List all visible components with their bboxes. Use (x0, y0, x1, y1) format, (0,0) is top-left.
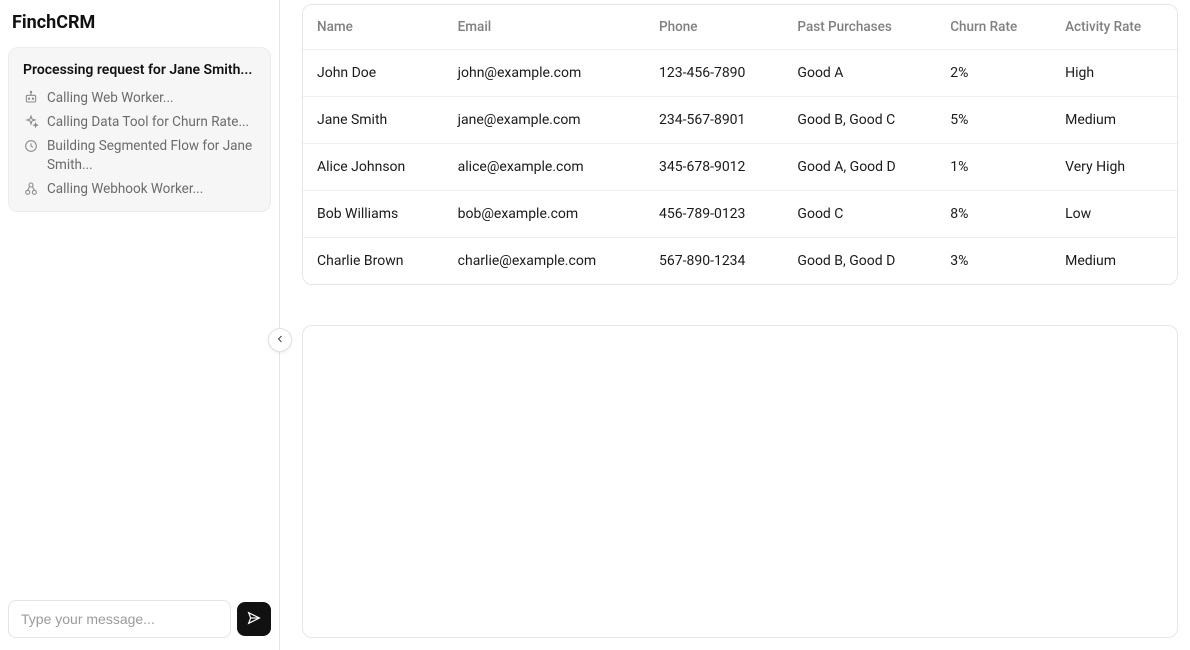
app-title: FinchCRM (8, 8, 271, 47)
processing-step-label: Calling Data Tool for Churn Rate... (47, 113, 249, 131)
cell-phone: 456-789-0123 (645, 191, 783, 238)
table-row[interactable]: John Doejohn@example.com123-456-7890Good… (303, 50, 1177, 97)
col-header-activity[interactable]: Activity Rate (1051, 5, 1177, 50)
cell-name: Charlie Brown (303, 238, 444, 285)
cell-email: bob@example.com (444, 191, 645, 238)
table-row[interactable]: Bob Williamsbob@example.com456-789-0123G… (303, 191, 1177, 238)
cell-name: Jane Smith (303, 97, 444, 144)
main-content: Name Email Phone Past Purchases Churn Ra… (280, 0, 1190, 650)
send-icon (246, 610, 262, 629)
cell-name: Alice Johnson (303, 144, 444, 191)
processing-card: Processing request for Jane Smith... Cal… (8, 47, 271, 212)
message-input[interactable] (8, 600, 231, 638)
send-button[interactable] (237, 602, 271, 636)
cell-purchases: Good C (783, 191, 936, 238)
cell-purchases: Good A, Good D (783, 144, 936, 191)
table-row[interactable]: Alice Johnsonalice@example.com345-678-90… (303, 144, 1177, 191)
cell-purchases: Good B, Good C (783, 97, 936, 144)
cell-phone: 123-456-7890 (645, 50, 783, 97)
cell-churn: 1% (936, 144, 1051, 191)
sparkle-icon (23, 114, 39, 130)
cell-activity: Very High (1051, 144, 1177, 191)
col-header-churn[interactable]: Churn Rate (936, 5, 1051, 50)
cell-phone: 567-890-1234 (645, 238, 783, 285)
col-header-purchases[interactable]: Past Purchases (783, 5, 936, 50)
cell-email: charlie@example.com (444, 238, 645, 285)
processing-step: Calling Data Tool for Churn Rate... (23, 110, 256, 134)
cell-email: john@example.com (444, 50, 645, 97)
cell-activity: Low (1051, 191, 1177, 238)
cell-churn: 2% (936, 50, 1051, 97)
sidebar: FinchCRM Processing request for Jane Smi… (0, 0, 280, 650)
collapse-sidebar-button[interactable] (268, 328, 292, 352)
cell-purchases: Good A (783, 50, 936, 97)
cell-churn: 5% (936, 97, 1051, 144)
cell-activity: High (1051, 50, 1177, 97)
col-header-email[interactable]: Email (444, 5, 645, 50)
cell-phone: 345-678-9012 (645, 144, 783, 191)
processing-step: Building Segmented Flow for Jane Smith..… (23, 134, 256, 176)
cell-churn: 8% (936, 191, 1051, 238)
bot-icon (23, 90, 39, 106)
table-row[interactable]: Jane Smithjane@example.com234-567-8901Go… (303, 97, 1177, 144)
processing-step-label: Calling Web Worker... (47, 89, 174, 107)
cell-purchases: Good B, Good D (783, 238, 936, 285)
cell-email: jane@example.com (444, 97, 645, 144)
cell-phone: 234-567-8901 (645, 97, 783, 144)
clock-icon (23, 138, 39, 154)
cell-name: John Doe (303, 50, 444, 97)
customers-table-container: Name Email Phone Past Purchases Churn Ra… (302, 4, 1178, 285)
chevron-left-icon (274, 333, 286, 348)
webhook-icon (23, 181, 39, 197)
cell-activity: Medium (1051, 238, 1177, 285)
processing-step-label: Calling Webhook Worker... (47, 180, 203, 198)
customers-table: Name Email Phone Past Purchases Churn Ra… (303, 5, 1177, 284)
processing-step: Calling Web Worker... (23, 86, 256, 110)
col-header-phone[interactable]: Phone (645, 5, 783, 50)
table-row[interactable]: Charlie Browncharlie@example.com567-890-… (303, 238, 1177, 285)
cell-name: Bob Williams (303, 191, 444, 238)
processing-title: Processing request for Jane Smith... (23, 62, 256, 78)
cell-activity: Medium (1051, 97, 1177, 144)
detail-panel (302, 325, 1178, 638)
processing-step: Calling Webhook Worker... (23, 177, 256, 201)
col-header-name[interactable]: Name (303, 5, 444, 50)
composer (8, 600, 271, 638)
processing-step-label: Building Segmented Flow for Jane Smith..… (47, 137, 256, 173)
cell-email: alice@example.com (444, 144, 645, 191)
cell-churn: 3% (936, 238, 1051, 285)
